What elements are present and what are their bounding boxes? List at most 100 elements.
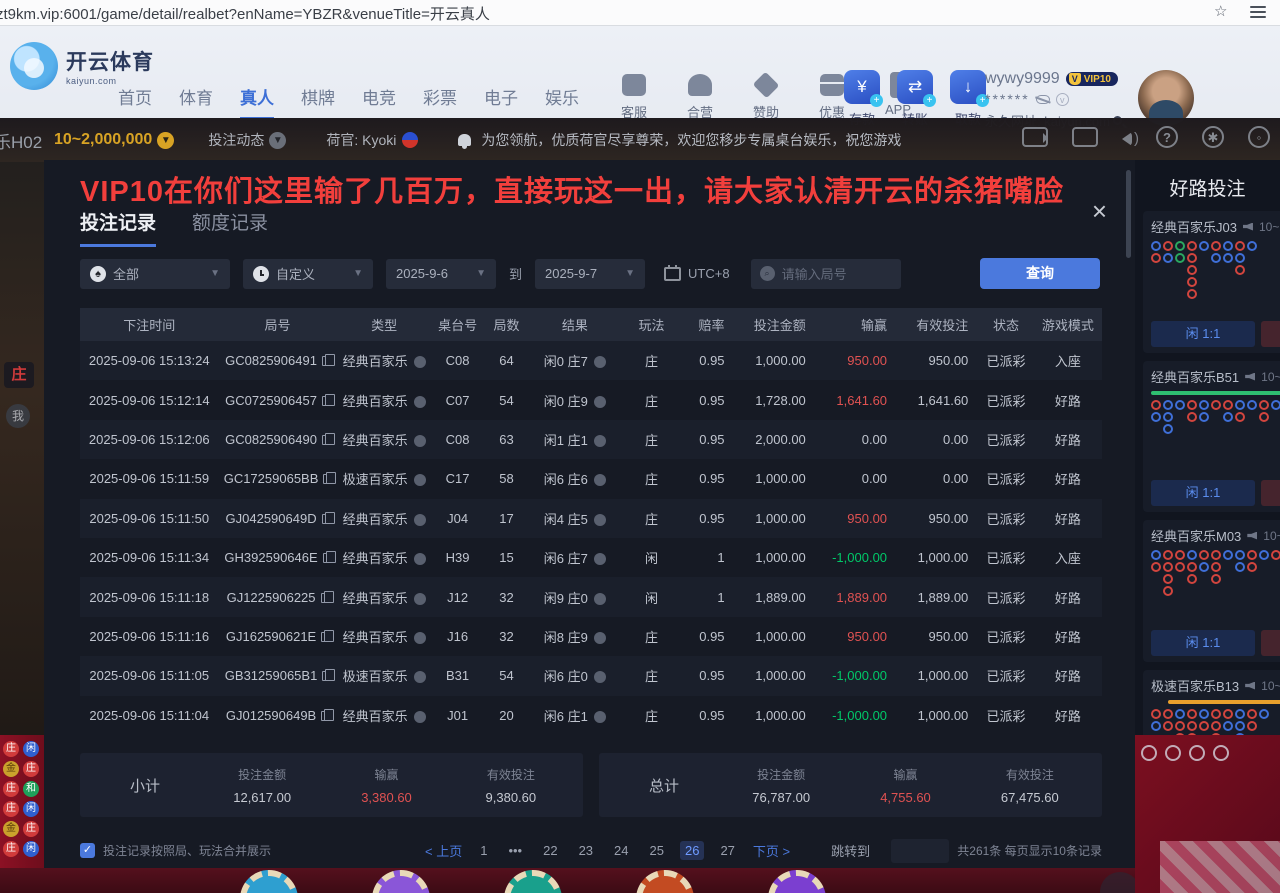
close-icon[interactable]: ×: [1092, 198, 1107, 224]
prev-page-button[interactable]: < 上页: [425, 841, 462, 860]
time-mode-select[interactable]: 自定义▼: [243, 259, 373, 289]
modal-scrollbar[interactable]: [1126, 170, 1131, 258]
nav-item-彩票[interactable]: 彩票: [423, 84, 457, 120]
screen-icon[interactable]: [1072, 127, 1098, 147]
cell-game-type: 经典百家乐: [337, 351, 432, 370]
road-dot: [1211, 241, 1221, 251]
cell-valid: 1,000.00: [897, 668, 978, 683]
road-dot: [1199, 709, 1209, 719]
v-circle-icon[interactable]: v: [1056, 93, 1069, 106]
next-page-button[interactable]: 下页 >: [753, 841, 790, 860]
nav-item-电子[interactable]: 电子: [484, 84, 518, 120]
road-card-极速百家乐B13[interactable]: 极速百家乐B1310~2,000,000闲 1:1庄 1:0.95: [1143, 670, 1280, 735]
video-icon[interactable]: [1022, 127, 1048, 147]
cell-result: 闲9 庄0: [530, 588, 620, 607]
tab-投注记录[interactable]: 投注记录: [80, 208, 156, 247]
profile-icon[interactable]: ◦: [1248, 126, 1270, 148]
tab-额度记录[interactable]: 额度记录: [192, 208, 268, 247]
page-22[interactable]: 22: [538, 841, 562, 860]
copy-icon[interactable]: [323, 474, 331, 484]
page-24[interactable]: 24: [609, 841, 633, 860]
speaker-icon[interactable]: [1122, 132, 1132, 146]
cell-winloss: -1,000.00: [816, 550, 897, 565]
quick-action-合营[interactable]: 合营: [678, 74, 722, 121]
bet-feed-chevron-icon[interactable]: ▼: [269, 132, 286, 149]
merge-checkbox[interactable]: ✓: [80, 843, 95, 858]
bet-range-chevron-icon[interactable]: ▼: [157, 132, 174, 149]
url-bar[interactable]: zt9km.vip:6001/game/detail/realbet?enNam…: [0, 3, 490, 24]
road-card-经典百家乐B51[interactable]: 经典百家乐B5110~2,000,000闲 1:1庄 1:0.95: [1143, 361, 1280, 512]
bet-chip[interactable]: [372, 870, 430, 893]
calendar-icon[interactable]: [664, 267, 681, 281]
quick-action-客服[interactable]: 客服: [612, 74, 656, 121]
player-bet-button[interactable]: 闲 1:1: [1151, 321, 1255, 347]
copy-icon[interactable]: [321, 632, 329, 642]
copy-icon[interactable]: [322, 356, 330, 366]
nav-item-真人[interactable]: 真人: [240, 84, 274, 120]
page-23[interactable]: 23: [574, 841, 598, 860]
site-logo[interactable]: 开云体育 kaiyun.com: [10, 42, 154, 90]
nav-item-棋牌[interactable]: 棋牌: [301, 84, 335, 120]
summary-总计: 总计投注金额76,787.00输赢4,755.60有效投注67,475.60: [599, 753, 1102, 817]
bet-feed-label[interactable]: 投注动态: [208, 130, 264, 150]
query-button[interactable]: 查询: [980, 258, 1100, 289]
bet-chip[interactable]: [240, 870, 298, 893]
bet-range-label: 10~2,000,000: [54, 131, 152, 149]
banker-bet-button[interactable]: 庄 1:0.95: [1261, 480, 1280, 506]
cell-result: 闲6 庄1: [530, 706, 620, 725]
jump-page-input[interactable]: [891, 839, 949, 863]
cell-winloss: 950.00: [816, 353, 897, 368]
bookmark-star-icon[interactable]: ☆: [1214, 2, 1230, 18]
browser-menu-icon[interactable]: [1250, 6, 1266, 18]
player-bet-button[interactable]: 闲 1:1: [1151, 630, 1255, 656]
nav-item-娱乐[interactable]: 娱乐: [545, 84, 579, 120]
result-dot-icon: [594, 435, 606, 447]
copy-icon[interactable]: [323, 553, 331, 563]
copy-icon[interactable]: [322, 514, 330, 524]
jump-label: 跳转到: [831, 841, 870, 860]
copy-icon[interactable]: [322, 435, 330, 445]
date-from-select[interactable]: 2025-9-6▼: [386, 259, 496, 289]
copy-icon[interactable]: [322, 671, 330, 681]
road-column: [1163, 709, 1173, 735]
nav-item-电竞[interactable]: 电竞: [362, 84, 396, 120]
round-number-input[interactable]: ⌕ 请输入局号: [751, 259, 901, 289]
bet-chip[interactable]: 500: [636, 870, 694, 893]
road-column: [1199, 241, 1209, 315]
nav-item-体育[interactable]: 体育: [179, 84, 213, 120]
cell-mode: 入座: [1034, 351, 1102, 370]
nav-item-首页[interactable]: 首页: [118, 84, 152, 120]
date-to-select[interactable]: 2025-9-7▼: [535, 259, 645, 289]
road-column: [1247, 709, 1257, 735]
road-column: [1235, 709, 1245, 735]
page-26[interactable]: 26: [680, 841, 704, 860]
table-row: 2025-09-06 15:11:59GC17259065BB极速百家乐C175…: [80, 459, 1102, 498]
copy-icon[interactable]: [321, 711, 329, 721]
bead-row: 庄和: [3, 781, 41, 797]
road-card-经典百家乐M03[interactable]: 经典百家乐M0310~2,000,000闲 1:1庄 1:0.95: [1143, 520, 1280, 662]
road-column: [1175, 550, 1185, 624]
page-1[interactable]: 1: [475, 841, 492, 860]
col-header: 局号: [218, 315, 336, 334]
banker-bet-button[interactable]: 庄 1:0.95: [1261, 630, 1280, 656]
copy-icon[interactable]: [321, 593, 329, 603]
bet-chip[interactable]: [768, 870, 826, 893]
banker-bet-button[interactable]: 庄 1:0.95: [1261, 321, 1280, 347]
help-icon[interactable]: ?: [1156, 126, 1178, 148]
result-dot-icon: [594, 514, 606, 526]
game-type-select[interactable]: ♠ 全部▼: [80, 259, 230, 289]
road-dot: [1223, 400, 1233, 410]
bet-chip[interactable]: [504, 870, 562, 893]
quick-action-赞助[interactable]: 赞助: [744, 74, 788, 121]
page-25[interactable]: 25: [645, 841, 669, 860]
player-bet-button[interactable]: 闲 1:1: [1151, 480, 1255, 506]
timezone-label: UTC+8: [688, 266, 730, 281]
page-ellipsis: •••: [503, 841, 527, 860]
page-27[interactable]: 27: [715, 841, 739, 860]
eye-off-icon[interactable]: [1036, 95, 1050, 104]
settings-gear-icon[interactable]: ✱: [1202, 126, 1224, 148]
copy-icon[interactable]: [322, 396, 330, 406]
road-card-经典百家乐J03[interactable]: 经典百家乐J0310~2,000,000闲 1:1庄 1:0.95: [1143, 211, 1280, 353]
result-dot-icon: [594, 711, 606, 723]
cell-time: 2025-09-06 15:11:50: [80, 511, 218, 526]
